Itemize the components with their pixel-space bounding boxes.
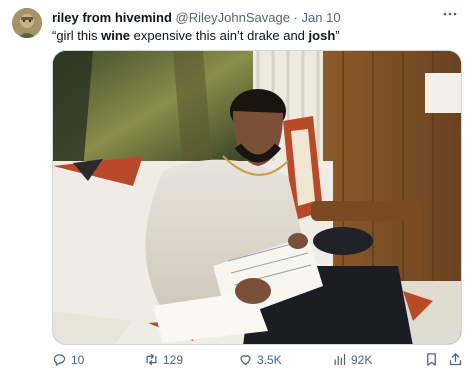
action-bar: 10 129 3.5K 92K xyxy=(52,350,462,370)
separator-dot: · xyxy=(293,10,298,25)
tweet-header: riley from hivemind @RileyJohnSavage · J… xyxy=(52,10,444,26)
more-icon[interactable] xyxy=(440,6,460,22)
retweet-icon xyxy=(146,353,157,366)
heart-icon xyxy=(240,355,251,366)
share-button[interactable] xyxy=(448,352,463,367)
tweet-text-part: “girl this xyxy=(52,28,102,43)
like-button[interactable]: 3.5K xyxy=(238,352,282,367)
retweet-button[interactable]: 129 xyxy=(144,352,183,367)
bookmark-icon xyxy=(427,353,436,366)
tweet-text-bold: wine xyxy=(101,28,131,43)
retweet-count: 129 xyxy=(163,352,184,367)
author-handle[interactable]: @RileyJohnSavage xyxy=(176,10,290,25)
tweet-text: “girl this wine expensive this ain’t dra… xyxy=(52,27,460,44)
tweet-text-bold: josh xyxy=(308,28,336,43)
reply-icon xyxy=(53,354,66,366)
bookmark-button[interactable] xyxy=(424,352,439,367)
like-count: 3.5K xyxy=(257,352,282,367)
views-button[interactable]: 92K xyxy=(332,352,372,367)
reply-button[interactable]: 10 xyxy=(52,352,84,367)
share-icon xyxy=(449,353,462,366)
tweet-date[interactable]: Jan 10 xyxy=(302,10,341,25)
photo-illustration xyxy=(53,51,461,344)
tweet-photo[interactable] xyxy=(52,50,462,345)
tweet-text-part: ” xyxy=(335,28,340,43)
author-name[interactable]: riley from hivemind xyxy=(52,10,172,25)
avatar-image xyxy=(12,8,42,38)
avatar[interactable] xyxy=(12,8,42,38)
view-count: 92K xyxy=(351,352,373,367)
reply-count: 10 xyxy=(71,352,85,367)
tweet-text-part: expensive this ain’t drake and xyxy=(130,28,309,43)
views-icon xyxy=(334,353,346,366)
